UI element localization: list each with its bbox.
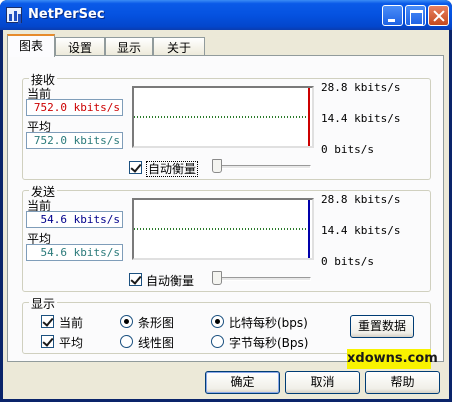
- receive-scale-bottom: 0 bits/s: [321, 143, 374, 156]
- show-average-label: 平均: [59, 336, 84, 350]
- help-button[interactable]: 帮助: [365, 371, 440, 394]
- maximize-button[interactable]: [405, 5, 426, 26]
- tab-settings[interactable]: 设置: [55, 37, 105, 56]
- display-group: 显示 当前 平均 条形图 线性图 比特每秒(bps) 字节每秒(Bps) 重置数…: [22, 295, 431, 354]
- line-chart-radio[interactable]: [120, 335, 133, 348]
- bits-per-second-label: 比特每秒(bps): [229, 316, 308, 330]
- bytes-per-second-radio[interactable]: [211, 335, 224, 348]
- bar-chart-label: 条形图: [138, 316, 175, 330]
- bits-per-second-radio[interactable]: [211, 315, 224, 328]
- display-group-title: 显示: [29, 295, 58, 312]
- bar-chart-radio[interactable]: [120, 315, 133, 328]
- send-group: 发送 当前 54.6 kbits/s 平均 54.6 kbits/s 28.8 …: [22, 183, 431, 292]
- send-scale-top: 28.8 kbits/s: [321, 193, 401, 206]
- tab-about-label: 关于: [166, 41, 191, 55]
- show-average-checkbox[interactable]: [41, 335, 54, 348]
- app-window: NetPerSec 图表 设置 显示 关于 接收 当前 752.0 kbits/…: [0, 0, 452, 402]
- receive-autoscale-checkbox[interactable]: [129, 161, 142, 174]
- bytes-per-second-label: 字节每秒(Bps): [229, 336, 309, 350]
- cancel-button[interactable]: 取消: [285, 371, 360, 394]
- show-current-label: 当前: [59, 316, 84, 330]
- send-scale-slider-thumb[interactable]: [212, 271, 222, 285]
- watermark-badge: xdowns.com: [347, 349, 438, 369]
- show-current-checkbox[interactable]: [41, 315, 54, 328]
- receive-current-value: 752.0 kbits/s: [26, 99, 123, 116]
- send-autoscale-checkbox[interactable]: [129, 273, 142, 286]
- send-scale-bottom: 0 bits/s: [321, 255, 374, 268]
- close-button[interactable]: [428, 5, 449, 26]
- receive-scale-slider-thumb[interactable]: [212, 159, 222, 173]
- tab-chart[interactable]: 图表: [7, 34, 55, 57]
- reset-data-button[interactable]: 重置数据: [350, 315, 414, 338]
- receive-autoscale-label: 自动衡量: [146, 160, 199, 177]
- title-bar[interactable]: NetPerSec: [0, 0, 452, 30]
- receive-scale-mid: 14.4 kbits/s: [321, 112, 401, 125]
- receive-scale-slider[interactable]: [213, 165, 311, 169]
- receive-group: 接收 当前 752.0 kbits/s 平均 752.0 kbits/s 28.…: [22, 71, 431, 180]
- tab-display-label: 显示: [116, 41, 141, 55]
- receive-graph: [132, 86, 314, 148]
- tab-panel-chart: 接收 当前 752.0 kbits/s 平均 752.0 kbits/s 28.…: [7, 55, 444, 362]
- minimize-button[interactable]: [382, 5, 403, 26]
- tab-display[interactable]: 显示: [105, 37, 153, 56]
- send-current-value: 54.6 kbits/s: [26, 211, 123, 228]
- dialog-client-area: 图表 设置 显示 关于 接收 当前 752.0 kbits/s 平均 752.0…: [3, 30, 449, 399]
- send-graph: [132, 198, 314, 260]
- send-average-value: 54.6 kbits/s: [26, 244, 123, 261]
- receive-average-value: 752.0 kbits/s: [26, 132, 123, 149]
- line-chart-label: 线性图: [138, 336, 175, 350]
- tab-chart-label: 图表: [18, 39, 43, 53]
- send-graph-svg: [134, 200, 310, 258]
- window-title: NetPerSec: [28, 7, 105, 22]
- ok-button[interactable]: 确定: [205, 371, 280, 394]
- receive-scale-top: 28.8 kbits/s: [321, 81, 401, 94]
- tab-about[interactable]: 关于: [153, 37, 205, 56]
- send-scale-slider[interactable]: [213, 277, 311, 281]
- send-scale-mid: 14.4 kbits/s: [321, 224, 401, 237]
- netpersec-app-icon[interactable]: [6, 7, 22, 23]
- send-autoscale-label: 自动衡量: [146, 274, 195, 288]
- receive-autoscale-text: 自动衡量: [146, 161, 199, 177]
- receive-graph-svg: [134, 88, 310, 146]
- tab-settings-label: 设置: [67, 41, 92, 55]
